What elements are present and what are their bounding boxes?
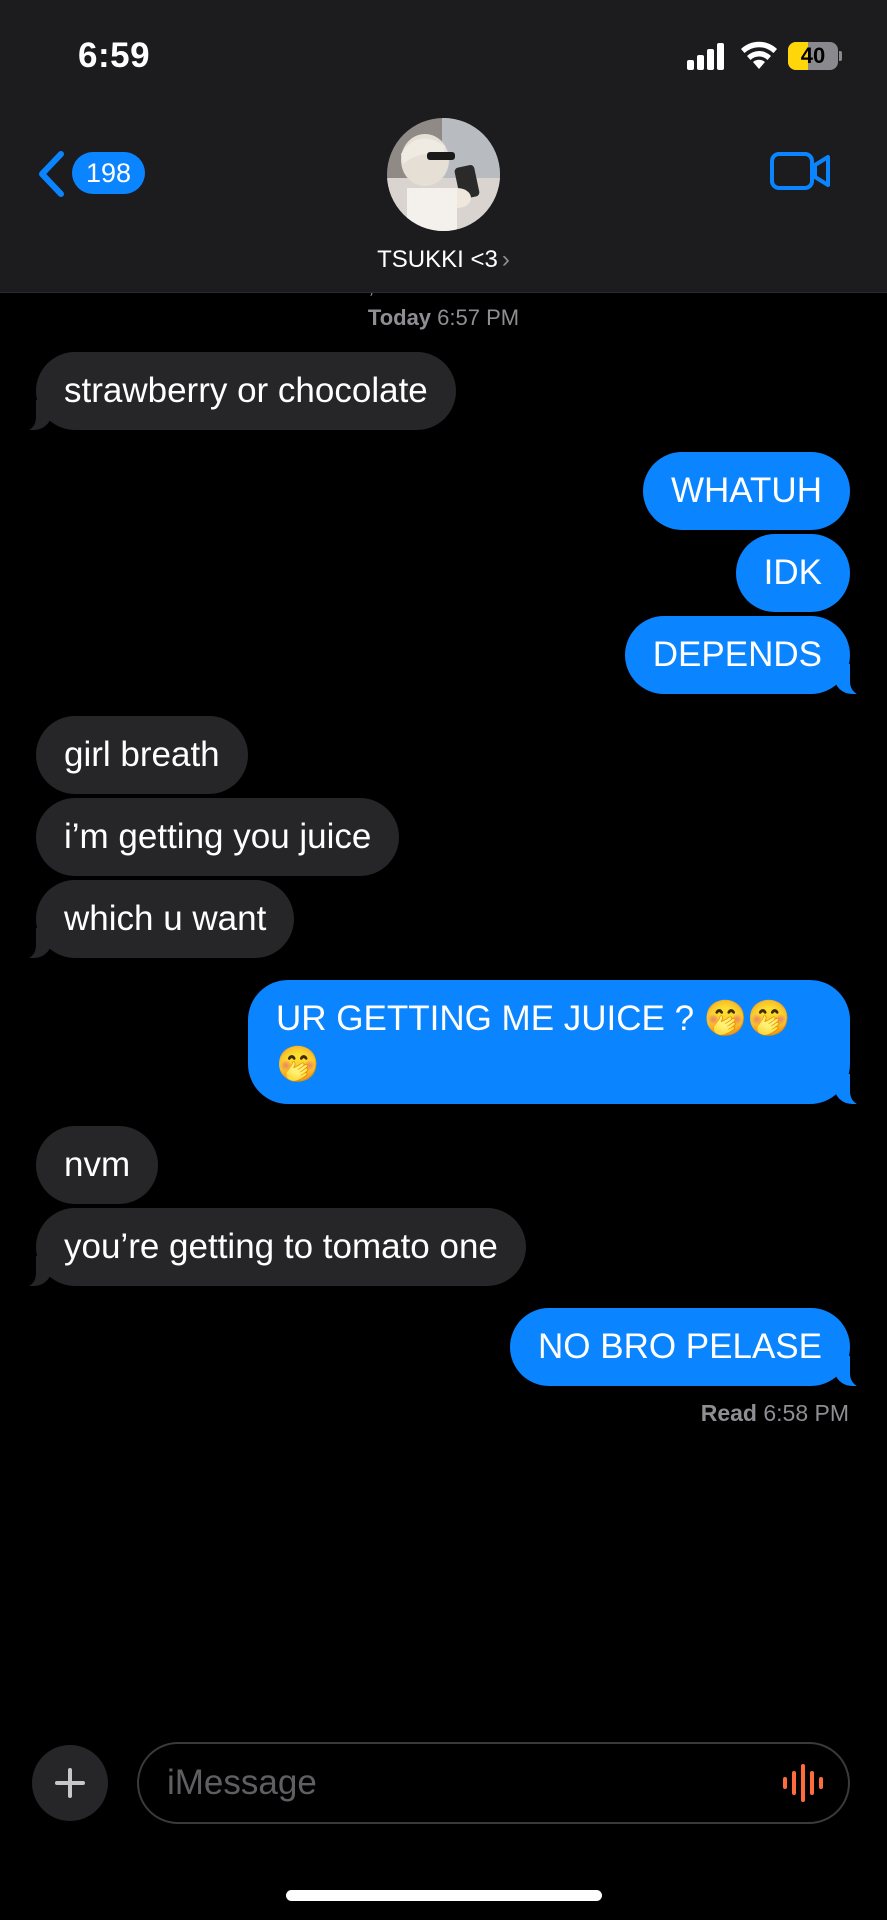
home-indicator[interactable] — [286, 1890, 602, 1901]
status-time: 6:59 — [78, 36, 151, 75]
today-label: Today — [367, 305, 432, 330]
received-message-bubble[interactable]: nvm — [36, 1126, 159, 1204]
contact-name: TSUKKI <3 — [377, 246, 498, 273]
conversation-header: 198 TSUKKI <3 › — [0, 110, 887, 293]
chevron-left-icon — [39, 151, 64, 197]
battery-level: 40 — [800, 43, 826, 68]
imessage-input[interactable] — [167, 1744, 727, 1822]
read-receipt: Read 6:58 PM — [701, 1400, 849, 1427]
back-button[interactable]: 198 — [36, 146, 146, 202]
add-attachment-button[interactable] — [32, 1745, 108, 1821]
received-message-bubble[interactable]: strawberry or chocolate — [10, 352, 456, 432]
read-label: Read — [700, 1400, 757, 1426]
received-message-bubble[interactable]: girl breath — [36, 716, 248, 794]
today-time: 6:57 PM — [437, 305, 520, 330]
unread-count-badge: 198 — [72, 152, 146, 194]
today-timestamp: Today 6:57 PM — [0, 305, 887, 331]
sent-message-bubble[interactable]: NO BRO PELASE — [510, 1308, 876, 1388]
waveform-icon[interactable] — [781, 1762, 825, 1804]
plus-icon — [55, 1768, 85, 1798]
read-time: 6:58 PM — [763, 1400, 849, 1426]
sent-message-bubble[interactable]: UR GETTING ME JUICE ? 🤭🤭🤭 — [248, 980, 876, 1106]
sent-message-bubble[interactable]: WHATUH — [643, 452, 850, 530]
received-message-bubble[interactable]: which u want — [9, 880, 295, 960]
message-compose-field[interactable] — [137, 1742, 850, 1824]
cellular-signal-icon — [687, 42, 727, 70]
received-message-bubble[interactable]: you’re getting to tomato one — [10, 1208, 526, 1288]
sent-message-bubble[interactable]: DEPENDS — [624, 616, 877, 696]
status-bar: 6:59 40 — [0, 0, 887, 110]
contact-name-button[interactable]: TSUKKI <3 › — [0, 246, 887, 274]
contact-avatar[interactable] — [387, 118, 500, 231]
sent-message-bubble[interactable]: IDK — [735, 534, 850, 612]
chevron-right-icon: › — [501, 246, 510, 273]
wifi-icon — [741, 41, 777, 69]
video-camera-icon[interactable] — [770, 150, 832, 192]
battery-icon: 40 — [788, 42, 842, 70]
avatar-photo — [387, 118, 500, 231]
received-message-bubble[interactable]: i’m getting you juice — [36, 798, 400, 876]
